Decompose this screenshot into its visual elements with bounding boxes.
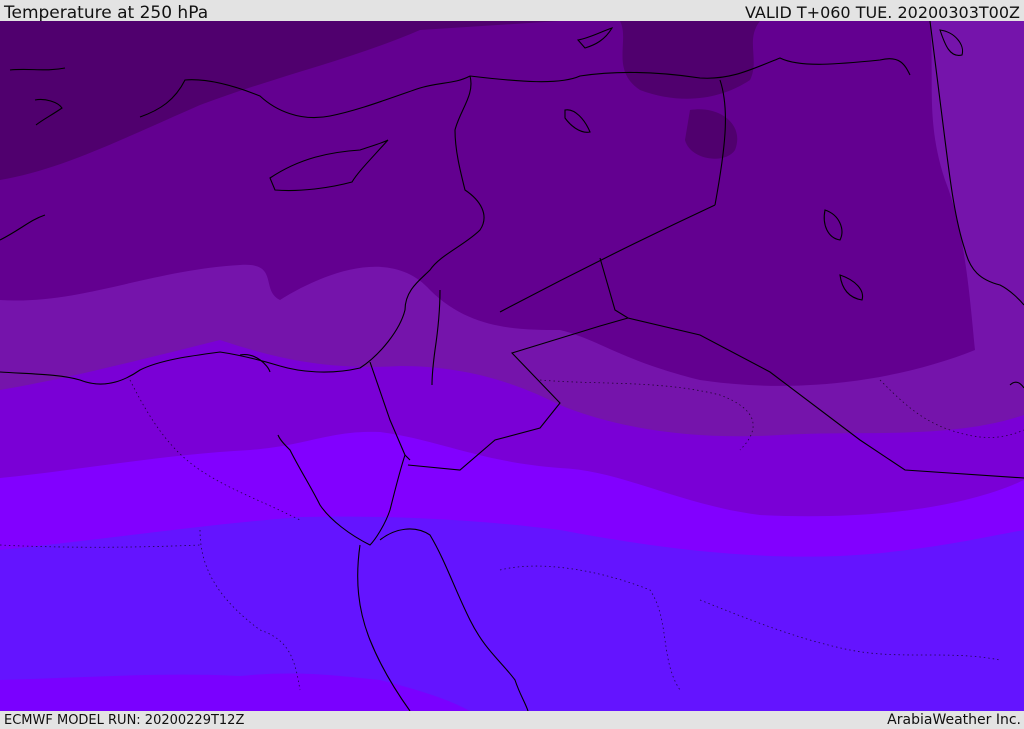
temperature-map [0, 21, 1024, 711]
bottom-bar: ECMWF MODEL RUN: 20200229T12Z ArabiaWeat… [0, 711, 1024, 729]
model-run: ECMWF MODEL RUN: 20200229T12Z [4, 713, 245, 728]
credit-text: ArabiaWeather Inc. [887, 712, 1021, 728]
top-bar: Temperature at 250 hPa VALID T+060 TUE. … [0, 0, 1024, 23]
